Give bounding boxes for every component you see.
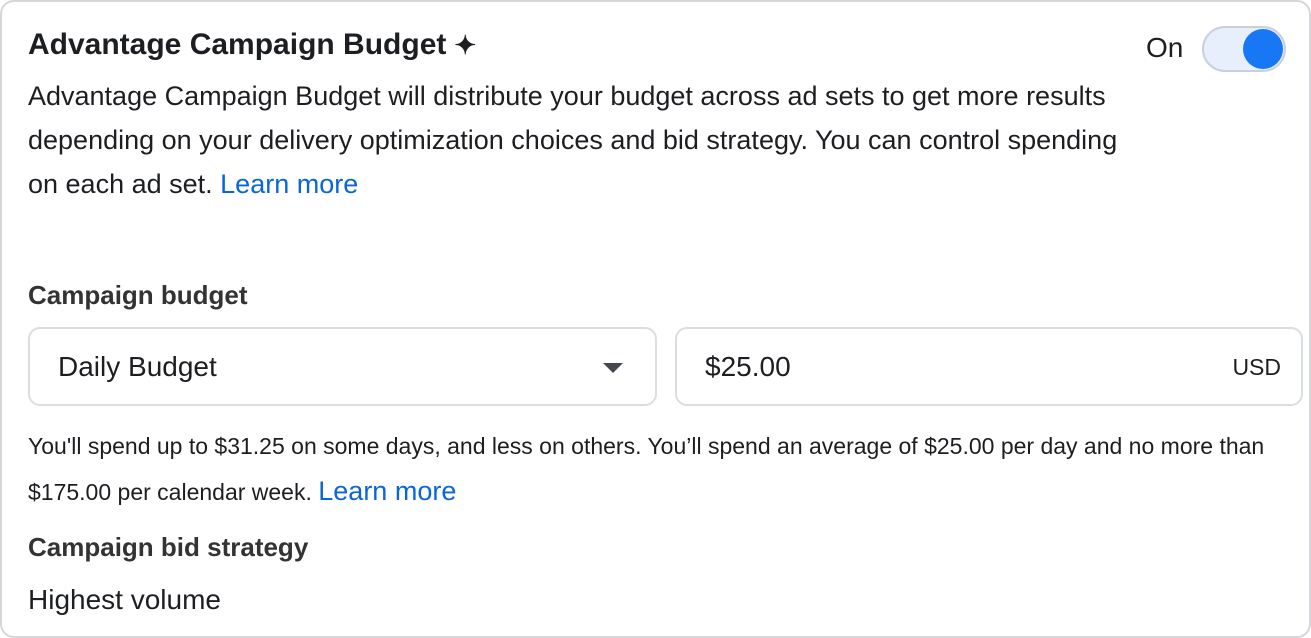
help-text: You'll spend up to $31.25 on some days, … (28, 433, 1265, 505)
advantage-campaign-budget-card: Advantage Campaign Budget ✦ On Advantage … (0, 0, 1311, 638)
bid-strategy-label: Campaign bid strategy (28, 532, 309, 562)
title-text: Advantage Campaign Budget (28, 28, 447, 61)
budget-amount-value: $25.00 (705, 351, 791, 382)
caret-down-icon (603, 363, 623, 373)
bid-strategy-value: Highest volume (28, 584, 221, 615)
advantage-budget-toggle[interactable] (1202, 26, 1286, 72)
learn-more-link[interactable]: Learn more (220, 169, 358, 199)
budget-help-text: You'll spend up to $31.25 on some days, … (28, 424, 1298, 515)
budget-type-select[interactable]: Daily Budget (28, 327, 657, 406)
toggle-label: On (1146, 32, 1184, 63)
section-title: Advantage Campaign Budget ✦ (28, 28, 476, 62)
sparkle-icon: ✦ (454, 30, 477, 60)
description-text: Advantage Campaign Budget will distribut… (28, 81, 1118, 199)
campaign-budget-label: Campaign budget (28, 280, 248, 310)
toggle-knob[interactable] (1243, 29, 1283, 69)
currency-label: USD (1232, 354, 1281, 380)
budget-type-value: Daily Budget (58, 351, 217, 382)
budget-learn-more-link[interactable]: Learn more (318, 476, 456, 506)
budget-amount-input[interactable]: $25.00 USD (675, 327, 1303, 406)
description: Advantage Campaign Budget will distribut… (28, 74, 1128, 206)
